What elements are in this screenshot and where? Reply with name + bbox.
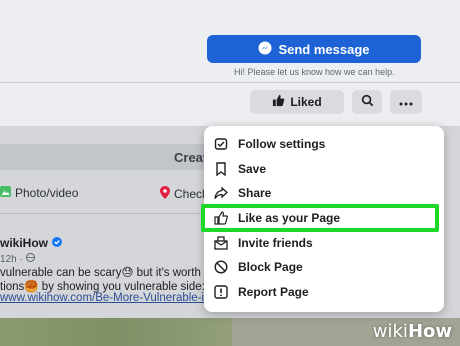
post-meta: 12h ·: [0, 253, 35, 265]
photo-video-label: Photo/video: [15, 186, 79, 200]
highlight-box: [201, 204, 439, 232]
post-author[interactable]: wikiHow: [0, 236, 63, 250]
report-icon: [214, 285, 228, 299]
verified-badge-icon: [52, 236, 63, 250]
more-options-button[interactable]: [390, 90, 422, 114]
messenger-icon: [258, 41, 272, 58]
create-post-bar[interactable]: Create: [0, 144, 232, 170]
photo-video-option[interactable]: Photo/video: [0, 186, 78, 200]
photo-icon: [0, 186, 11, 200]
thumbs-up-icon: [272, 94, 285, 110]
menu-item-label: Share: [238, 186, 272, 200]
invite-icon: [214, 236, 228, 250]
more-dots-icon: [399, 95, 413, 109]
bookmark-icon: [214, 162, 228, 176]
liked-label: Liked: [290, 95, 322, 109]
menu-item-share[interactable]: Share: [214, 186, 271, 200]
post-text-line-1: vulnerable can be scary😓 but it's worth …: [0, 267, 239, 279]
header-divider: [0, 82, 460, 83]
post-text-line-2: tions🥮 by showing you vulnerable side:: [0, 281, 205, 293]
menu-item-label: Block Page: [238, 260, 303, 274]
watermark-wiki: wiki: [372, 321, 408, 342]
menu-item-block-page[interactable]: Block Page: [214, 260, 303, 274]
post-image[interactable]: [0, 318, 232, 346]
menu-item-invite-friends[interactable]: Invite friends: [214, 236, 313, 250]
block-icon: [214, 260, 228, 274]
author-name: wikiHow: [0, 236, 49, 250]
post-divider: [0, 213, 232, 214]
globe-icon: [25, 253, 35, 265]
check-in-option[interactable]: Check: [160, 186, 208, 202]
watermark-how: How: [407, 321, 452, 342]
wikihow-watermark: wikiHow: [373, 321, 452, 342]
menu-item-label: Report Page: [238, 285, 309, 299]
menu-item-label: Follow settings: [238, 137, 326, 151]
share-icon: [214, 186, 228, 200]
menu-item-label: Invite friends: [238, 236, 313, 250]
search-button[interactable]: [352, 90, 382, 114]
send-message-label: Send message: [278, 41, 370, 57]
menu-item-save[interactable]: Save: [214, 162, 266, 176]
menu-item-report-page[interactable]: Report Page: [214, 285, 309, 299]
liked-button[interactable]: Liked: [250, 90, 344, 114]
send-message-button[interactable]: Send message: [207, 35, 421, 63]
help-hint: Hi! Please let us know how we can help.: [234, 67, 395, 77]
follow-settings-icon: [214, 137, 228, 151]
search-icon: [361, 94, 374, 110]
menu-item-follow-settings[interactable]: Follow settings: [214, 137, 325, 151]
location-pin-icon: [160, 186, 170, 202]
menu-item-label: Save: [238, 162, 267, 176]
post-time: 12h ·: [0, 254, 26, 265]
post-link[interactable]: www.wikihow.com/Be-More-Vulnerable-in-Re: [0, 292, 229, 304]
check-in-label: Check: [174, 187, 209, 201]
